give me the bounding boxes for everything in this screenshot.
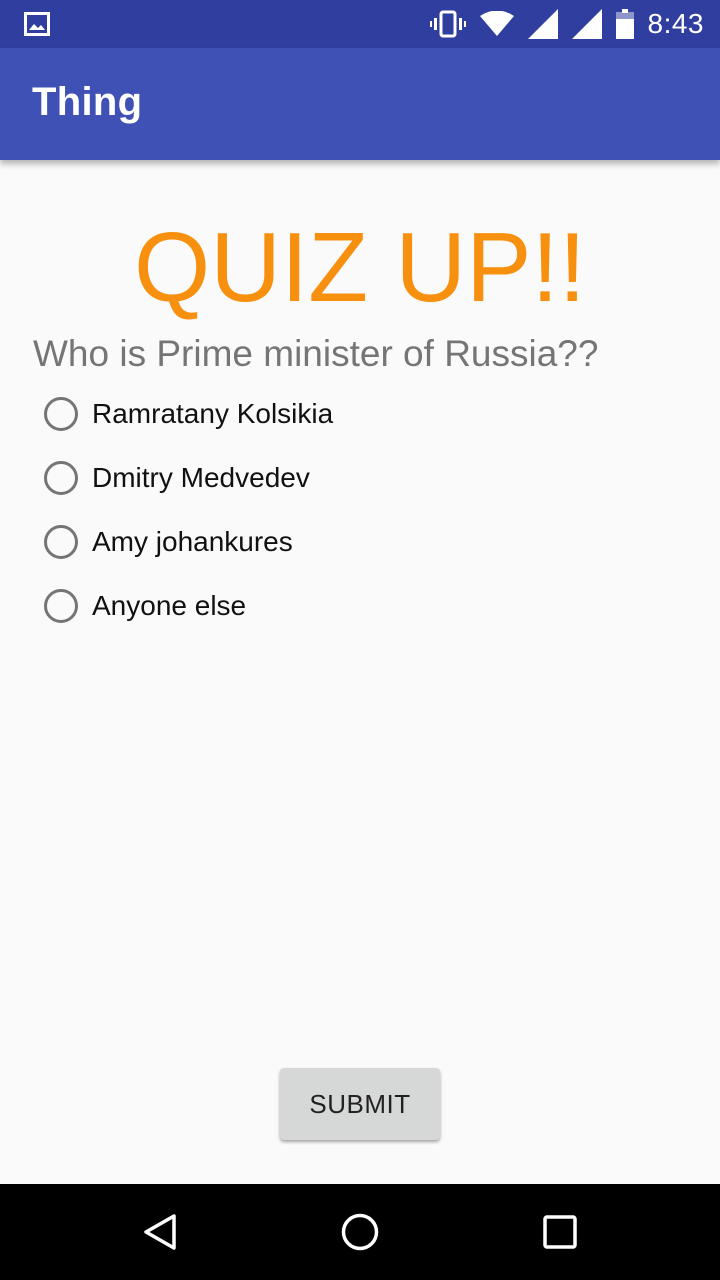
quiz-content: QUIZ UP!! Who is Prime minister of Russi… bbox=[0, 160, 720, 1184]
answer-option[interactable]: Ramratany Kolsikia bbox=[40, 382, 333, 446]
clock: 8:43 bbox=[647, 8, 704, 39]
answer-label: Anyone else bbox=[92, 590, 247, 621]
app-bar: Thing bbox=[0, 48, 720, 160]
radio-button-icon[interactable] bbox=[44, 461, 78, 495]
question-text: Who is Prime minister of Russia?? bbox=[33, 333, 599, 374]
quiz-title: QUIZ UP!! bbox=[134, 212, 586, 322]
radio-button-icon[interactable] bbox=[44, 397, 78, 431]
answer-option[interactable]: Anyone else bbox=[40, 574, 333, 638]
wifi-icon bbox=[479, 11, 514, 37]
signal-icon bbox=[571, 9, 602, 39]
answer-option[interactable]: Amy johankures bbox=[40, 510, 333, 574]
app-title: Thing bbox=[32, 80, 143, 124]
battery-icon bbox=[615, 9, 634, 39]
gallery-icon bbox=[24, 12, 50, 41]
vibrate-icon bbox=[429, 10, 466, 38]
back-icon[interactable] bbox=[136, 1208, 184, 1256]
answer-label: Ramratany Kolsikia bbox=[92, 398, 334, 429]
answer-label: Dmitry Medvedev bbox=[92, 462, 310, 493]
signal-icon bbox=[527, 9, 558, 39]
answer-label: Amy johankures bbox=[92, 526, 293, 557]
home-icon[interactable] bbox=[336, 1208, 384, 1256]
recents-icon[interactable] bbox=[536, 1208, 584, 1256]
radio-button-icon[interactable] bbox=[44, 525, 78, 559]
navigation-bar bbox=[0, 1184, 720, 1280]
radio-button-icon[interactable] bbox=[44, 589, 78, 623]
answer-option[interactable]: Dmitry Medvedev bbox=[40, 446, 333, 510]
submit-button[interactable]: SUBMIT bbox=[280, 1068, 440, 1140]
answer-radio-group: Ramratany Kolsikia Dmitry Medvedev Amy j… bbox=[40, 382, 333, 638]
status-bar: 8:43 bbox=[0, 0, 720, 48]
